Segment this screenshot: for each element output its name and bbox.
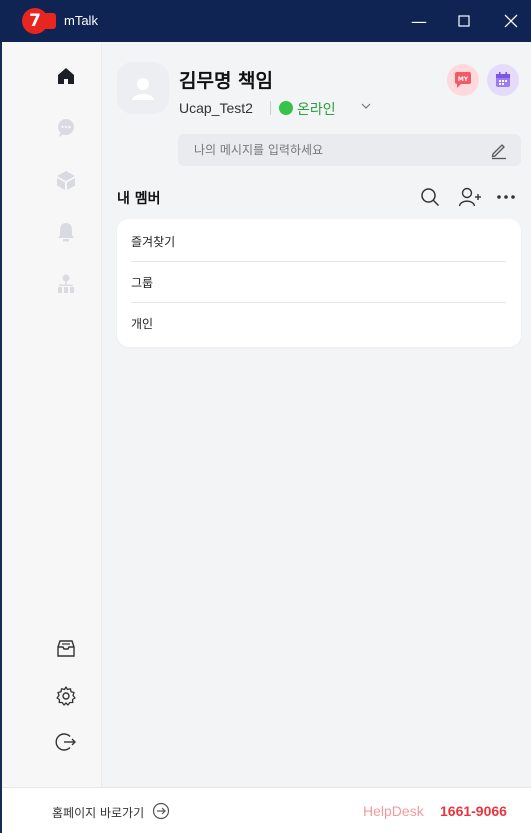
search-button[interactable]: [417, 184, 443, 210]
list-item-individuals[interactable]: 개인: [131, 303, 506, 343]
sidebar-item-logout[interactable]: [54, 730, 78, 754]
calendar-icon: [496, 72, 510, 87]
calendar-button[interactable]: [487, 64, 519, 96]
sidebar-item-notifications[interactable]: [54, 220, 78, 244]
chat-icon: [58, 119, 74, 137]
close-icon: [504, 14, 518, 28]
footer: 홈페이지 바로가기 HelpDesk 1661-9066: [2, 787, 531, 833]
sidebar: [2, 42, 102, 787]
close-button[interactable]: [490, 0, 531, 42]
logout-icon: [55, 733, 76, 751]
divider: [270, 101, 271, 115]
list-item-label: 개인: [131, 316, 154, 331]
status-dropdown[interactable]: 온라인: [297, 99, 336, 119]
sidebar-item-chat[interactable]: [54, 116, 78, 140]
gear-icon: [56, 686, 76, 706]
helpdesk-label: HelpDesk: [363, 803, 424, 819]
list-item-groups[interactable]: 그룹: [131, 262, 506, 302]
app-title: mTalk: [64, 13, 98, 28]
title-bar: mTalk —: [0, 0, 531, 42]
archive-icon: [57, 640, 75, 657]
user-name: 김무명 책임: [179, 70, 274, 92]
sidebar-item-home[interactable]: [54, 64, 78, 88]
board-icon: [57, 171, 75, 190]
sidebar-item-organization[interactable]: [54, 272, 78, 296]
sidebar-item-archive[interactable]: [54, 637, 78, 661]
member-list-card: 즐겨찾기 그룹 개인: [117, 219, 521, 347]
maximize-button[interactable]: [443, 0, 485, 42]
avatar[interactable]: [117, 62, 169, 114]
chevron-down-icon[interactable]: [361, 100, 371, 114]
sidebar-item-settings[interactable]: [54, 684, 78, 708]
more-options-button[interactable]: [493, 184, 519, 210]
my-icon: MY: [455, 72, 471, 88]
org-chart-icon: [58, 274, 74, 293]
main-panel: 김무명 책임 Ucap_Test2 온라인 MY 내 멤버: [103, 42, 531, 787]
step-badge: 7: [22, 8, 48, 34]
pencil-icon[interactable]: [489, 140, 509, 160]
members-title: 내 멤버: [117, 191, 161, 207]
status-message-input[interactable]: [178, 134, 521, 166]
add-user-icon: [458, 187, 481, 207]
more-icon: [497, 195, 515, 199]
sidebar-item-board[interactable]: [54, 168, 78, 192]
bell-icon: [58, 223, 74, 242]
list-item-label: 즐겨찾기: [131, 234, 176, 249]
user-id: Ucap_Test2: [179, 100, 253, 116]
minimize-button[interactable]: —: [398, 0, 440, 42]
home-icon: [58, 68, 74, 84]
search-icon: [421, 188, 440, 207]
arrow-right-circle-icon[interactable]: [152, 802, 170, 820]
list-item-label: 그룹: [131, 275, 154, 290]
user-icon: [132, 78, 154, 100]
list-item-favorites[interactable]: 즐겨찾기: [131, 221, 506, 261]
helpdesk-phone: 1661-9066: [440, 803, 507, 819]
my-label: MY: [458, 76, 469, 83]
status-indicator: [279, 101, 293, 115]
homepage-link[interactable]: 홈페이지 바로가기: [52, 804, 144, 821]
my-button[interactable]: MY: [447, 64, 479, 96]
add-member-button[interactable]: [457, 184, 483, 210]
maximize-icon: [458, 15, 470, 27]
